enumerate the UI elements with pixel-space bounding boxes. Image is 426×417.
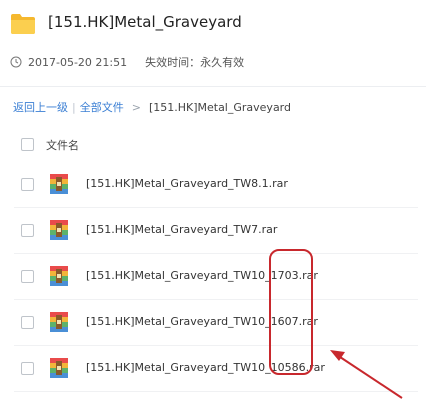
breadcrumb-separator: |: [72, 100, 76, 114]
file-row[interactable]: [151.HK]Metal_Graveyard_TW7.rar: [0, 208, 426, 254]
select-all-checkbox[interactable]: [21, 138, 34, 151]
clock-icon: [10, 56, 22, 68]
all-files-link[interactable]: 全部文件: [80, 99, 124, 115]
folder-icon: [11, 14, 35, 34]
file-name[interactable]: [151.HK]Metal_Graveyard_TW10_10586.rar: [86, 361, 325, 374]
breadcrumb-arrow: >: [131, 100, 141, 114]
file-checkbox[interactable]: [21, 270, 34, 283]
rar-archive-icon: [50, 358, 68, 378]
back-link[interactable]: 返回上一级: [13, 99, 68, 115]
file-checkbox[interactable]: [21, 316, 34, 329]
file-row[interactable]: [151.HK]Metal_Graveyard_TW10_1607.rar: [0, 300, 426, 346]
rar-archive-icon: [50, 220, 68, 240]
breadcrumb: 返回上一级 | 全部文件 > [151.HK]Metal_Graveyard: [13, 99, 291, 115]
expiry-text: 失效时间：永久有效: [145, 56, 245, 69]
file-checkbox[interactable]: [21, 224, 34, 237]
rar-archive-icon: [50, 266, 68, 286]
rar-archive-icon: [50, 174, 68, 194]
file-name[interactable]: [151.HK]Metal_Graveyard_TW8.1.rar: [86, 177, 288, 190]
file-row[interactable]: [151.HK]Metal_Graveyard_TW10_10586.rar: [0, 346, 426, 392]
row-divider: [14, 391, 418, 392]
file-row[interactable]: [151.HK]Metal_Graveyard_TW8.1.rar: [0, 162, 426, 208]
share-meta: 2017-05-20 21:51 失效时间：永久有效: [10, 54, 244, 70]
share-date: 2017-05-20 21:51: [28, 55, 128, 69]
breadcrumb-current: [151.HK]Metal_Graveyard: [148, 100, 291, 114]
column-header-filename: 文件名: [46, 139, 79, 152]
header-divider: [0, 86, 426, 87]
file-list-header: 文件名: [0, 128, 426, 162]
file-checkbox[interactable]: [21, 362, 34, 375]
file-name[interactable]: [151.HK]Metal_Graveyard_TW10_1703.rar: [86, 269, 318, 282]
share-header: [151.HK]Metal_Graveyard 2017-05-20 21:51…: [0, 0, 426, 88]
rar-archive-icon: [50, 312, 68, 332]
page-title: [151.HK]Metal_Graveyard: [48, 13, 242, 31]
file-checkbox[interactable]: [21, 178, 34, 191]
file-row[interactable]: [151.HK]Metal_Graveyard_TW10_1703.rar: [0, 254, 426, 300]
file-name[interactable]: [151.HK]Metal_Graveyard_TW10_1607.rar: [86, 315, 318, 328]
file-name[interactable]: [151.HK]Metal_Graveyard_TW7.rar: [86, 223, 277, 236]
